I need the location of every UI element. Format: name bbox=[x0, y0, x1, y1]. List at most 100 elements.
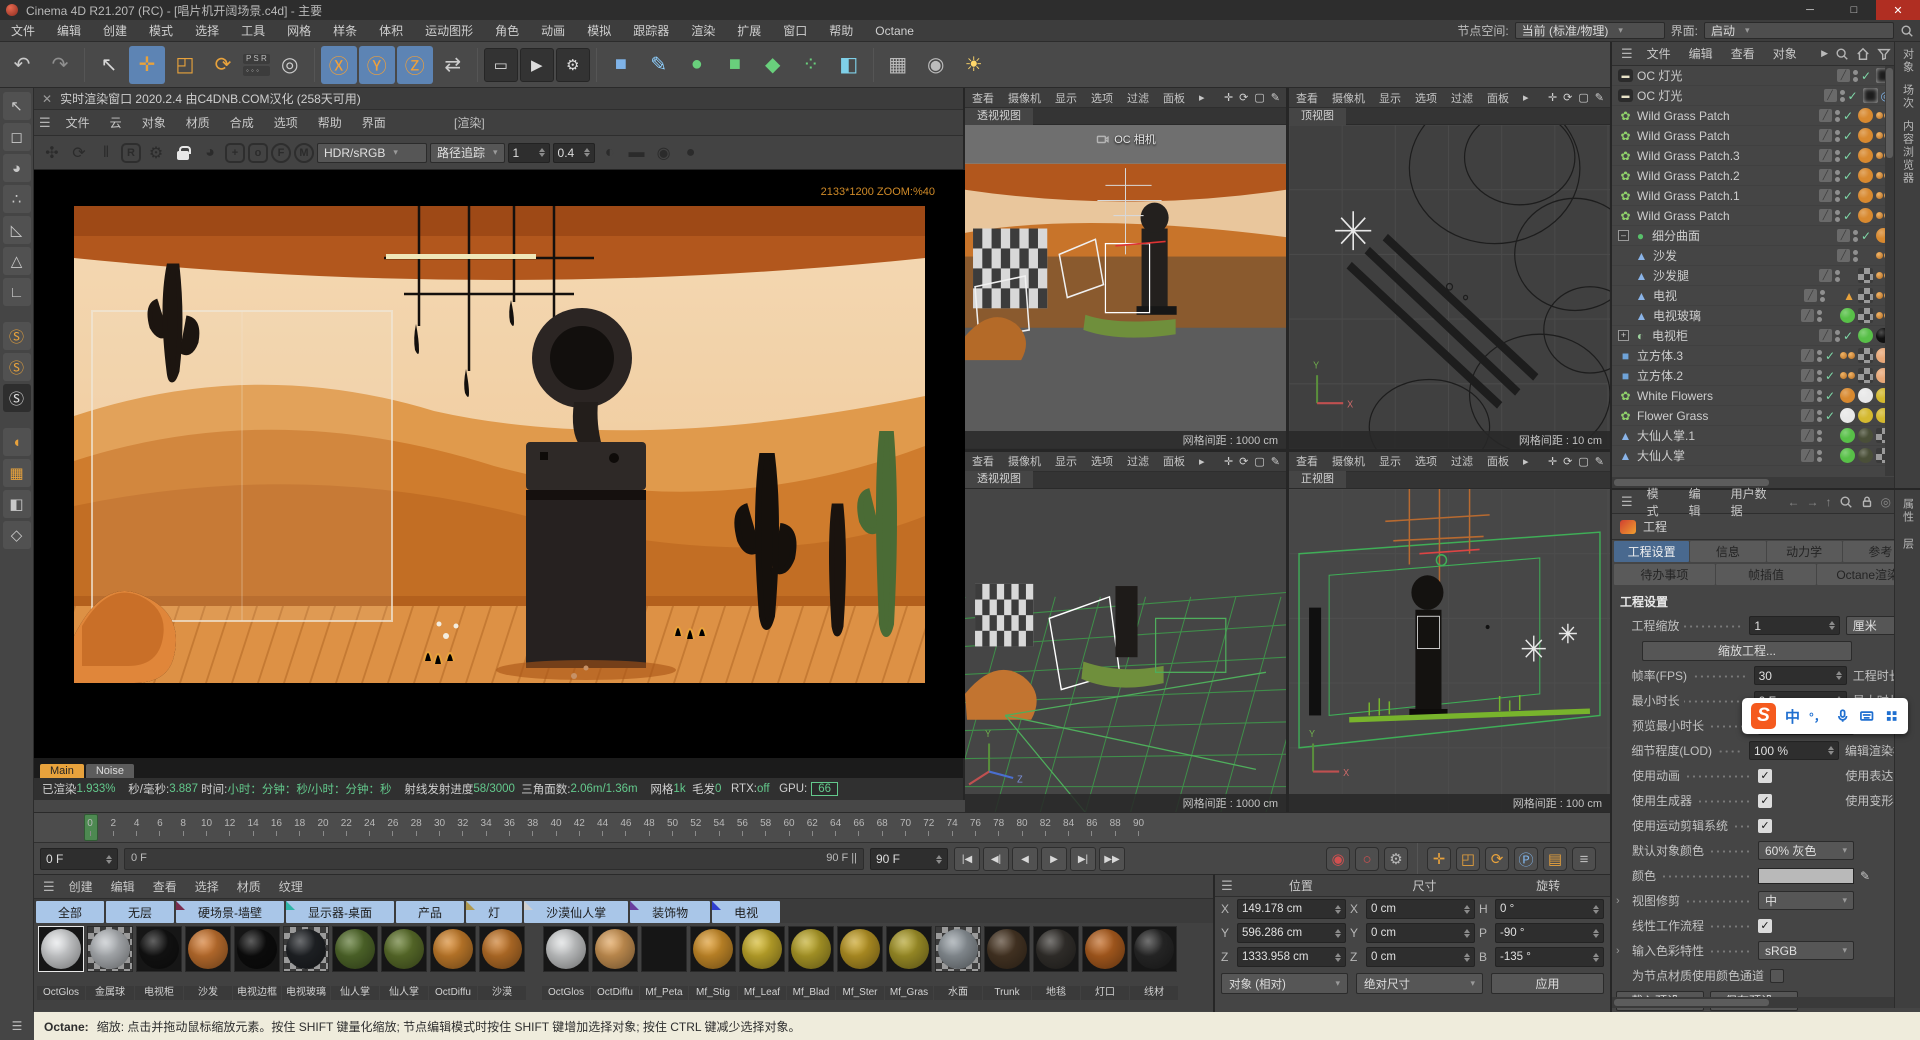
add-spline-menu[interactable]: ✎ bbox=[641, 46, 677, 84]
render-tab-noise[interactable]: Noise bbox=[86, 764, 134, 778]
editor-toggle-icon[interactable]: ╱ bbox=[1819, 109, 1832, 122]
object-row[interactable]: ✿Wild Grass Patch.3╱✓ bbox=[1612, 146, 1894, 166]
menu-item-Octane[interactable]: Octane bbox=[864, 20, 925, 42]
menu-item-角色[interactable]: 角色 bbox=[484, 20, 530, 42]
visibility-dots-icon[interactable] bbox=[1840, 90, 1845, 102]
pan-icon[interactable]: ✛ bbox=[1224, 455, 1233, 468]
material-thumbnail[interactable] bbox=[87, 926, 133, 972]
editor-toggle-icon[interactable]: ╱ bbox=[1801, 369, 1814, 382]
visibility-dots-icon[interactable] bbox=[1817, 310, 1822, 322]
edge-mode[interactable]: ◺ bbox=[3, 216, 31, 244]
minimize-button[interactable]: ─ bbox=[1788, 0, 1832, 20]
material-menu-item-材质[interactable]: 材质 bbox=[228, 878, 270, 895]
size-mode-select[interactable]: 绝对尺寸▾ bbox=[1356, 973, 1483, 994]
sub-region-button[interactable]: o bbox=[248, 143, 268, 163]
material-tag-icon[interactable] bbox=[1840, 388, 1855, 403]
material-item[interactable]: 电视边框 bbox=[233, 926, 281, 1011]
scale-project-button[interactable]: 缩放工程... bbox=[1642, 641, 1852, 661]
rotation-b-field[interactable]: -135 ° bbox=[1495, 947, 1604, 967]
pan-icon[interactable]: ✛ bbox=[1548, 91, 1557, 104]
material-tag-icon[interactable] bbox=[1858, 128, 1873, 143]
material-item[interactable]: 灯口 bbox=[1081, 926, 1129, 1011]
focus-picker-button[interactable]: F bbox=[271, 143, 291, 163]
restart-render-button[interactable]: ✣ bbox=[40, 141, 64, 165]
render-settings-button[interactable]: ⚙ bbox=[556, 48, 590, 82]
material-thumbnail[interactable] bbox=[479, 926, 525, 972]
visibility-dots-icon[interactable] bbox=[1853, 250, 1858, 262]
expand-toggle-icon[interactable]: – bbox=[1618, 230, 1629, 241]
visibility-dots-icon[interactable] bbox=[1835, 130, 1840, 142]
object-row[interactable]: ▲沙发╱ bbox=[1612, 246, 1894, 266]
object-row[interactable]: ▬OC 灯光╱✓◎ bbox=[1612, 86, 1894, 106]
material-thumbnail[interactable] bbox=[1033, 926, 1079, 972]
material-tag-dots[interactable] bbox=[1840, 372, 1855, 379]
menu-item-样条[interactable]: 样条 bbox=[322, 20, 368, 42]
visibility-dots-icon[interactable] bbox=[1835, 270, 1840, 282]
attribute-checkbox[interactable]: ✓ bbox=[1758, 819, 1772, 833]
render-menu-item-帮助[interactable]: 帮助 bbox=[308, 114, 352, 131]
enable-check-icon[interactable]: ✓ bbox=[1861, 69, 1873, 83]
material-menu-item-创建[interactable]: 创建 bbox=[60, 878, 102, 895]
interface-select[interactable]: 启动▾ bbox=[1704, 22, 1894, 39]
expand-toggle-icon[interactable]: + bbox=[1618, 330, 1629, 341]
object-row[interactable]: ✿White Flowers╱✓ bbox=[1612, 386, 1894, 406]
record-pla-toggle[interactable]: ▤ bbox=[1543, 847, 1567, 871]
record-parameter-toggle[interactable]: Ⓟ bbox=[1514, 847, 1538, 871]
material-thumbnail[interactable] bbox=[185, 926, 231, 972]
search-icon[interactable] bbox=[1839, 495, 1853, 509]
material-item[interactable]: Mf_Blad bbox=[787, 926, 835, 1011]
enable-check-icon[interactable]: ✓ bbox=[1843, 129, 1855, 143]
object-list-vscrollbar[interactable] bbox=[1885, 66, 1894, 476]
viewport-menu-more[interactable]: ▸ bbox=[1516, 455, 1536, 468]
render-canvas[interactable]: 2133*1200 ZOOM:%40 bbox=[34, 170, 965, 758]
editor-toggle-icon[interactable]: ╱ bbox=[1837, 69, 1850, 82]
viewport-menu-面板[interactable]: 面板 bbox=[1156, 90, 1192, 106]
render-picture-viewer-button[interactable]: ▶ bbox=[520, 48, 554, 82]
attribute-select[interactable]: sRGB▾ bbox=[1758, 941, 1854, 960]
material-item[interactable]: 电视玻璃 bbox=[282, 926, 330, 1011]
sogou-toolbox-icon[interactable] bbox=[1884, 708, 1899, 724]
object-menu-item-对象[interactable]: 对象 bbox=[1764, 45, 1806, 62]
material-menu-item-选择[interactable]: 选择 bbox=[186, 878, 228, 895]
enable-check-icon[interactable]: ✓ bbox=[1825, 389, 1837, 403]
attribute-tab-待办事项[interactable]: 待办事项 bbox=[1614, 564, 1715, 585]
object-row[interactable]: ✿Wild Grass Patch.1╱✓ bbox=[1612, 186, 1894, 206]
last-used-tool[interactable]: ◎ bbox=[272, 46, 308, 84]
menu-item-工具[interactable]: 工具 bbox=[230, 20, 276, 42]
render-menu-item-云[interactable]: 云 bbox=[100, 114, 132, 131]
visibility-dots-icon[interactable] bbox=[1835, 330, 1840, 342]
background-button[interactable]: ● bbox=[679, 141, 703, 165]
forward-arrow-icon[interactable]: → bbox=[1807, 495, 1819, 509]
object-row[interactable]: ✿Wild Grass Patch╱✓ bbox=[1612, 206, 1894, 226]
menu-item-模拟[interactable]: 模拟 bbox=[576, 20, 622, 42]
search-icon[interactable] bbox=[1835, 47, 1849, 61]
editor-toggle-icon[interactable]: ╱ bbox=[1819, 149, 1832, 162]
material-thumbnail[interactable] bbox=[136, 926, 182, 972]
keyframe-selection-button[interactable]: ⚙ bbox=[1384, 847, 1408, 871]
eyedropper-icon[interactable]: ✎ bbox=[1860, 869, 1870, 883]
keyboard-icon[interactable] bbox=[1859, 708, 1874, 724]
enable-check-icon[interactable]: ✓ bbox=[1843, 189, 1855, 203]
material-thumbnail[interactable] bbox=[641, 926, 687, 972]
editor-toggle-icon[interactable]: ╱ bbox=[1837, 249, 1850, 262]
material-tag-icon[interactable] bbox=[1858, 368, 1873, 383]
edit-view-icon[interactable]: ✎ bbox=[1271, 91, 1280, 104]
material-layer-tab-无层[interactable]: 无层 bbox=[106, 901, 174, 923]
material-thumbnail[interactable] bbox=[1131, 926, 1177, 972]
uv-s-mode[interactable]: Ⓢ bbox=[3, 384, 31, 412]
undo-button[interactable]: ↶ bbox=[4, 46, 40, 84]
material-item[interactable]: 水面 bbox=[934, 926, 982, 1011]
menu-item-选择[interactable]: 选择 bbox=[184, 20, 230, 42]
target-icon[interactable]: ◎ bbox=[1881, 495, 1891, 509]
viewport-menu-选项[interactable]: 选项 bbox=[1408, 453, 1444, 469]
material-thumbnail[interactable] bbox=[332, 926, 378, 972]
attribute-field[interactable]: 30 bbox=[1754, 666, 1847, 685]
object-row[interactable]: ▲电视玻璃╱ bbox=[1612, 306, 1894, 326]
compare-ab-button[interactable]: ◐ bbox=[598, 141, 622, 165]
visibility-dots-icon[interactable] bbox=[1817, 450, 1822, 462]
sogou-input-bar[interactable]: S 中 °， bbox=[1742, 698, 1908, 734]
pan-icon[interactable]: ✛ bbox=[1548, 455, 1557, 468]
attribute-field[interactable]: 100 % bbox=[1749, 741, 1839, 760]
model-mode[interactable]: ◻ bbox=[3, 123, 31, 151]
sogou-chinese-mode-icon[interactable]: 中 bbox=[1785, 706, 1800, 727]
